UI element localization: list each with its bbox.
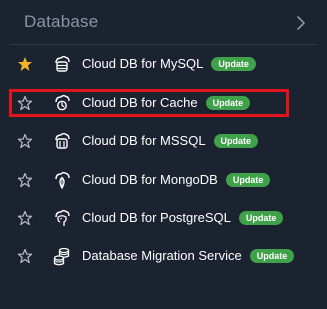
- star-outline-icon[interactable]: [17, 210, 33, 226]
- item-name: Database Migration Service: [82, 248, 242, 263]
- menu-item-label[interactable]: Cloud DB for MySQL Update: [82, 56, 256, 71]
- menu-item-label[interactable]: Cloud DB for PostgreSQL Update: [82, 210, 284, 225]
- item-name: Cloud DB for PostgreSQL: [82, 210, 231, 225]
- menu-item-database-migration-service[interactable]: Database Migration Service Update: [10, 241, 310, 271]
- star-outline-icon[interactable]: [17, 248, 33, 264]
- selection-highlight-box: [9, 89, 289, 117]
- menu-item-label[interactable]: Database Migration Service Update: [82, 248, 295, 263]
- chevron-right-icon[interactable]: [294, 14, 308, 32]
- update-badge: Update: [225, 172, 271, 187]
- database-mssql-icon: [55, 132, 70, 149]
- update-badge: Update: [211, 56, 256, 71]
- database-cloud-icon: [55, 55, 70, 72]
- database-migration-icon: [53, 247, 70, 266]
- item-name: Cloud DB for MSSQL: [82, 133, 206, 148]
- menu-item-label[interactable]: Cloud DB for MSSQL Update: [82, 133, 259, 148]
- star-outline-icon[interactable]: [17, 133, 33, 149]
- header-divider: [10, 44, 317, 45]
- menu-item-cloud-db-mysql[interactable]: Cloud DB for MySQL Update: [10, 49, 310, 79]
- database-mongodb-icon: [55, 171, 70, 190]
- database-panel: Database Cloud DB for MySQL Update Cloud…: [0, 0, 327, 309]
- category-header[interactable]: Database: [24, 10, 314, 38]
- menu-item-label[interactable]: Cloud DB for MongoDB Update: [82, 172, 271, 187]
- update-badge: Update: [249, 248, 295, 263]
- star-filled-icon[interactable]: [17, 56, 33, 72]
- menu-item-cloud-db-postgresql[interactable]: Cloud DB for PostgreSQL Update: [10, 203, 310, 233]
- database-postgresql-icon: [55, 209, 70, 226]
- category-title: Database: [24, 12, 99, 31]
- menu-item-cloud-db-mongodb[interactable]: Cloud DB for MongoDB Update: [10, 165, 310, 195]
- item-name: Cloud DB for MySQL: [82, 56, 204, 71]
- star-outline-icon[interactable]: [17, 172, 33, 188]
- menu-item-cloud-db-mssql[interactable]: Cloud DB for MSSQL Update: [10, 126, 310, 156]
- update-badge: Update: [238, 210, 284, 225]
- item-name: Cloud DB for MongoDB: [82, 172, 218, 187]
- update-badge: Update: [213, 133, 259, 148]
